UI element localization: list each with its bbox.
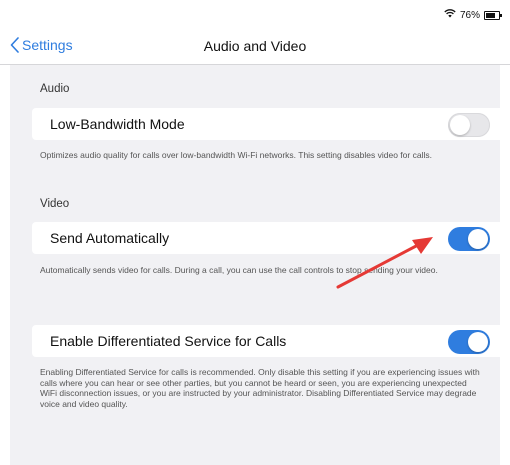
- low-bandwidth-label: Low-Bandwidth Mode: [50, 116, 185, 132]
- toggle-knob: [450, 115, 470, 135]
- audio-video-settings-screen: 76% Settings Audio and Video Audio Low-B…: [0, 0, 510, 465]
- status-indicators: 76%: [444, 9, 502, 21]
- battery-icon: [484, 10, 502, 20]
- battery-level: [486, 12, 495, 18]
- send-automatically-description: Automatically sends video for calls. Dur…: [40, 265, 438, 275]
- send-automatically-label: Send Automatically: [50, 230, 170, 246]
- differentiated-service-description: Enabling Differentiated Service for call…: [40, 367, 480, 409]
- navigation-bar: Settings Audio and Video: [0, 28, 510, 65]
- toggle-knob: [468, 229, 488, 249]
- send-automatically-row[interactable]: Send Automatically: [32, 222, 504, 254]
- section-header-audio: Audio: [40, 83, 70, 95]
- battery-percentage: 76%: [459, 9, 480, 21]
- section-header-video: Video: [40, 198, 70, 210]
- differentiated-service-row[interactable]: Enable Differentiated Service for Calls: [32, 325, 504, 357]
- wifi-icon: [444, 9, 456, 21]
- low-bandwidth-description: Optimizes audio quality for calls over l…: [40, 150, 432, 160]
- status-bar: 76%: [0, 0, 510, 28]
- differentiated-service-toggle[interactable]: [448, 330, 490, 354]
- low-bandwidth-toggle[interactable]: [448, 113, 490, 137]
- battery-cap: [500, 13, 502, 17]
- differentiated-service-label: Enable Differentiated Service for Calls: [50, 333, 287, 349]
- send-automatically-toggle[interactable]: [448, 227, 490, 251]
- settings-content[interactable]: Audio Low-Bandwidth Mode Optimizes audio…: [10, 65, 504, 465]
- toggle-knob: [468, 332, 488, 352]
- low-bandwidth-row[interactable]: Low-Bandwidth Mode: [32, 108, 504, 140]
- page-title: Audio and Video: [203, 38, 307, 54]
